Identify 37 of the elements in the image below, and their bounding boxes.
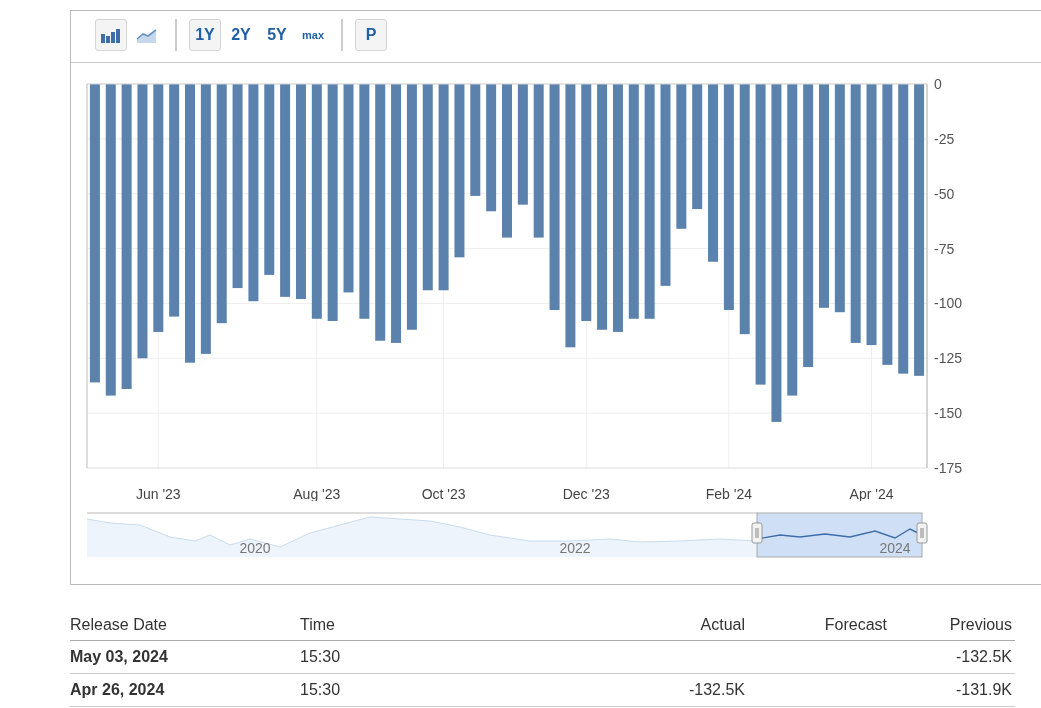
x-axis-label: Feb '24	[705, 486, 752, 501]
range-button[interactable]: 1Y	[189, 19, 221, 51]
table-cell: -132.5K	[688, 681, 745, 698]
x-axis-label: Aug '23	[293, 486, 341, 501]
line-chart-icon	[136, 27, 158, 43]
table-cell: Apr 26, 2024	[70, 681, 165, 698]
y-axis-label: -25	[934, 130, 955, 147]
year-label: 2020	[239, 540, 271, 556]
y-axis-label: -75	[934, 240, 955, 257]
range-button[interactable]: 2Y	[225, 19, 257, 51]
x-axis-label: Oct '23	[421, 486, 466, 501]
y-axis-label: -175	[934, 460, 963, 476]
range-button[interactable]: max	[297, 19, 330, 51]
column-header: Previous	[948, 614, 1012, 635]
year-label: 2022	[559, 540, 591, 556]
y-axis-label: -100	[934, 295, 963, 312]
bar-chart-button[interactable]	[95, 19, 127, 51]
column-header: Actual	[699, 614, 745, 635]
y-axis-label: 0	[934, 76, 942, 92]
y-axis-label: -50	[934, 185, 955, 202]
table-cell: -131.9K	[955, 681, 1012, 698]
column-header: Time	[300, 614, 336, 635]
column-header: Release Date	[70, 614, 168, 635]
table-cell: -132.5K	[955, 648, 1012, 665]
p-button[interactable]: P	[355, 19, 388, 51]
x-axis-label: Apr '24	[849, 486, 894, 501]
range-button[interactable]: 5Y	[261, 19, 293, 51]
x-axis-label: Jun '23	[135, 486, 181, 501]
table-cell: 15:30	[300, 681, 341, 698]
table-cell: 15:30	[300, 648, 341, 665]
x-axis-label: Dec '23	[562, 486, 610, 501]
bar-chart-icon	[100, 27, 122, 43]
year-label: 2024	[879, 540, 911, 556]
table-cell: May 03, 2024	[70, 648, 168, 665]
y-axis-label: -150	[934, 405, 963, 422]
column-header: Forecast	[823, 614, 887, 635]
y-axis-label: -125	[934, 350, 963, 367]
